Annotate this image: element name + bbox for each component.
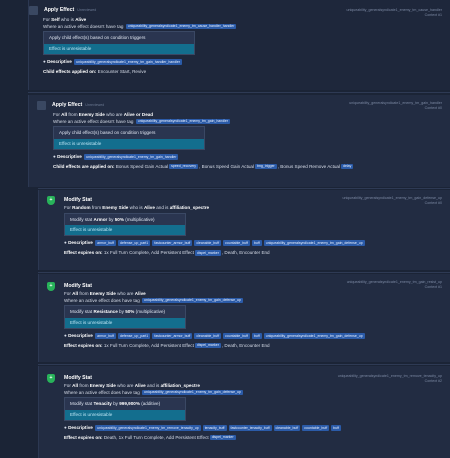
tag-chip[interactable]: defense_up_part1 [118,332,151,339]
tag-chip[interactable]: uniqueability_generalsyndicate1_enemy_tm… [125,23,237,30]
tag-chip[interactable]: cleanable_buff [194,332,222,339]
child-effects-row: Child effects are applied on: Bonus Spee… [53,163,354,170]
effect-card-3: uniqueability_generalsyndicate1_enemy_tm… [38,190,450,270]
tag-chip[interactable]: uniqueability_generalsyndicate1_enemy_tm… [263,240,365,246]
effect-title: Modify Stat [64,197,92,204]
status-label: Unreviewed [77,8,97,13]
child-effect-box: Apply child effect(s) based on condition… [43,31,195,55]
tag-chip[interactable]: uniqueability_generalsyndicate1_enemy_tm… [263,332,365,339]
unresistable-bar: Effect is unresistable [65,225,185,236]
target-line: For All from Enemy Side who are Alive an… [64,383,200,388]
unresistable-bar: Effect is unresistable [44,44,194,54]
shield-icon: + [47,374,55,383]
tag-chip[interactable]: countable_buff [223,332,250,339]
effect-title: Apply Effect [52,102,83,109]
unresistable-bar: Effect is unresistable [65,410,185,420]
expires-row: Effect expires on: Death, 1x Full Turn C… [64,434,236,441]
descriptive-row: ● Descriptive uniqueability_generalsyndi… [64,424,341,431]
tag-chip[interactable]: countable_buff [223,240,250,246]
child-effect-box: Apply child effect(s) based on condition… [53,126,205,150]
shield-icon: + [47,282,55,291]
tag-chip[interactable]: dispel_marker [209,434,236,441]
effect-card-4: uniqueability_generalsyndicate1_enemy_tm… [38,274,450,362]
shield-icon: + [47,196,55,205]
target-line: For All from Enemy Side who are Alive [64,291,146,296]
target-line: For Self who is Alive [43,17,87,22]
tag-chip[interactable]: uniqueability_generalsyndicate1_enemy_tm… [135,118,231,125]
target-line: For Random from Enemy Side who is Alive … [64,205,210,210]
unresistable-bar: Effect is unresistable [54,139,204,149]
tag-chip[interactable]: speed_recovery [169,163,199,170]
tag-chip[interactable]: armor_buff [95,332,116,339]
status-label: Unreviewed [85,103,105,108]
tag-chip[interactable]: buff [251,240,262,246]
tag-chip[interactable]: buff [331,424,341,431]
tag-chip[interactable]: armor_buff [95,240,116,246]
tag-chip[interactable]: cleanable_buff [194,240,222,246]
target-line: For All from Enemy Side who are Alive or… [53,112,154,117]
tag-chip[interactable]: fastcounter_tenacity_buff [228,424,272,431]
modify-stat-box: Modify stat Tenacity by 999,900% (additi… [64,397,186,421]
condition-line: Where an active effect doesn't have tag … [43,23,237,30]
condition-line: Where an active effect does have tag uni… [64,297,243,304]
child-effects-row: Child effects applied on: Encounter Star… [43,68,147,74]
modify-stat-box: Modify stat Armor by 50% (multiplicative… [64,212,186,237]
tag-icon: ● [53,153,56,159]
tag-chip[interactable]: uniqueability_generalsyndicate1_enemy_tm… [74,58,183,65]
tag-chip[interactable]: tenacity_buff [202,424,227,431]
descriptive-row: ● Descriptive armor_buff defense_up_part1… [64,240,365,246]
effect-card-5: uniqueability_generalsyndicate1_enemy_tm… [38,366,450,458]
effect-icon [37,101,46,110]
descriptive-row: ● Descriptive uniqueability_generalsyndi… [43,58,183,65]
condition-line: Where an active effect doesn't have tag … [53,118,231,125]
tag-icon: ● [64,332,67,338]
context-id: uniqueability_generalsyndicate1_enemy_tm… [349,101,442,110]
descriptive-row: ● Descriptive uniqueability_generalsyndi… [53,153,179,160]
tag-chip[interactable]: cleanable_buff [273,424,301,431]
tag-chip[interactable]: uniqueability_generalsyndicate1_enemy_tm… [84,153,179,160]
tag-chip[interactable]: uniqueability_generalsyndicate1_enemy_tm… [95,424,201,431]
tag-icon: ● [64,424,67,430]
tag-chip[interactable]: defense_up_part1 [118,240,151,246]
tag-chip[interactable]: countable_buff [302,424,330,431]
tag-chip[interactable]: fastcounter_armor_buff [152,240,193,246]
tag-chip[interactable]: uniqueability_generalsyndicate1_enemy_tm… [142,297,243,304]
tag-chip[interactable]: delay [341,163,354,170]
tag-chip[interactable]: fastcounter_armor_buff [152,332,193,339]
effect-title: Apply Effect [44,7,75,14]
effect-title: Modify Stat [64,283,92,290]
tag-chip[interactable]: buff [251,332,262,339]
expires-row: Effect expires on: 1x Full Turn Complete… [64,249,270,256]
expires-row: Effect expires on: 1x Full Turn Complete… [64,342,270,349]
tag-icon: ● [64,240,67,246]
modify-stat-box: Modify stat Resistance by 50% (multiplic… [64,305,186,329]
effect-card-2: uniqueability_generalsyndicate1_enemy_tm… [28,95,450,187]
effect-icon [29,6,38,15]
tag-chip[interactable]: dispel_marker [194,249,221,256]
unresistable-bar: Effect is unresistable [65,318,185,328]
effect-card-1: uniqueability_generalsyndicate1_enemy_tm… [28,0,450,90]
tag-chip[interactable]: tmg_trigger [254,163,277,170]
tag-icon: ● [43,58,46,64]
descriptive-row: ● Descriptive armor_buff defense_up_part1… [64,332,365,339]
effect-title: Modify Stat [64,375,92,382]
tag-chip[interactable]: uniqueability_generalsyndicate1_enemy_tm… [142,389,243,396]
condition-line: Where an active effect does have tag uni… [64,389,243,396]
context-id: uniqueability_generalsyndicate1_enemy_tm… [346,280,442,289]
tag-chip[interactable]: dispel_marker [194,342,221,349]
